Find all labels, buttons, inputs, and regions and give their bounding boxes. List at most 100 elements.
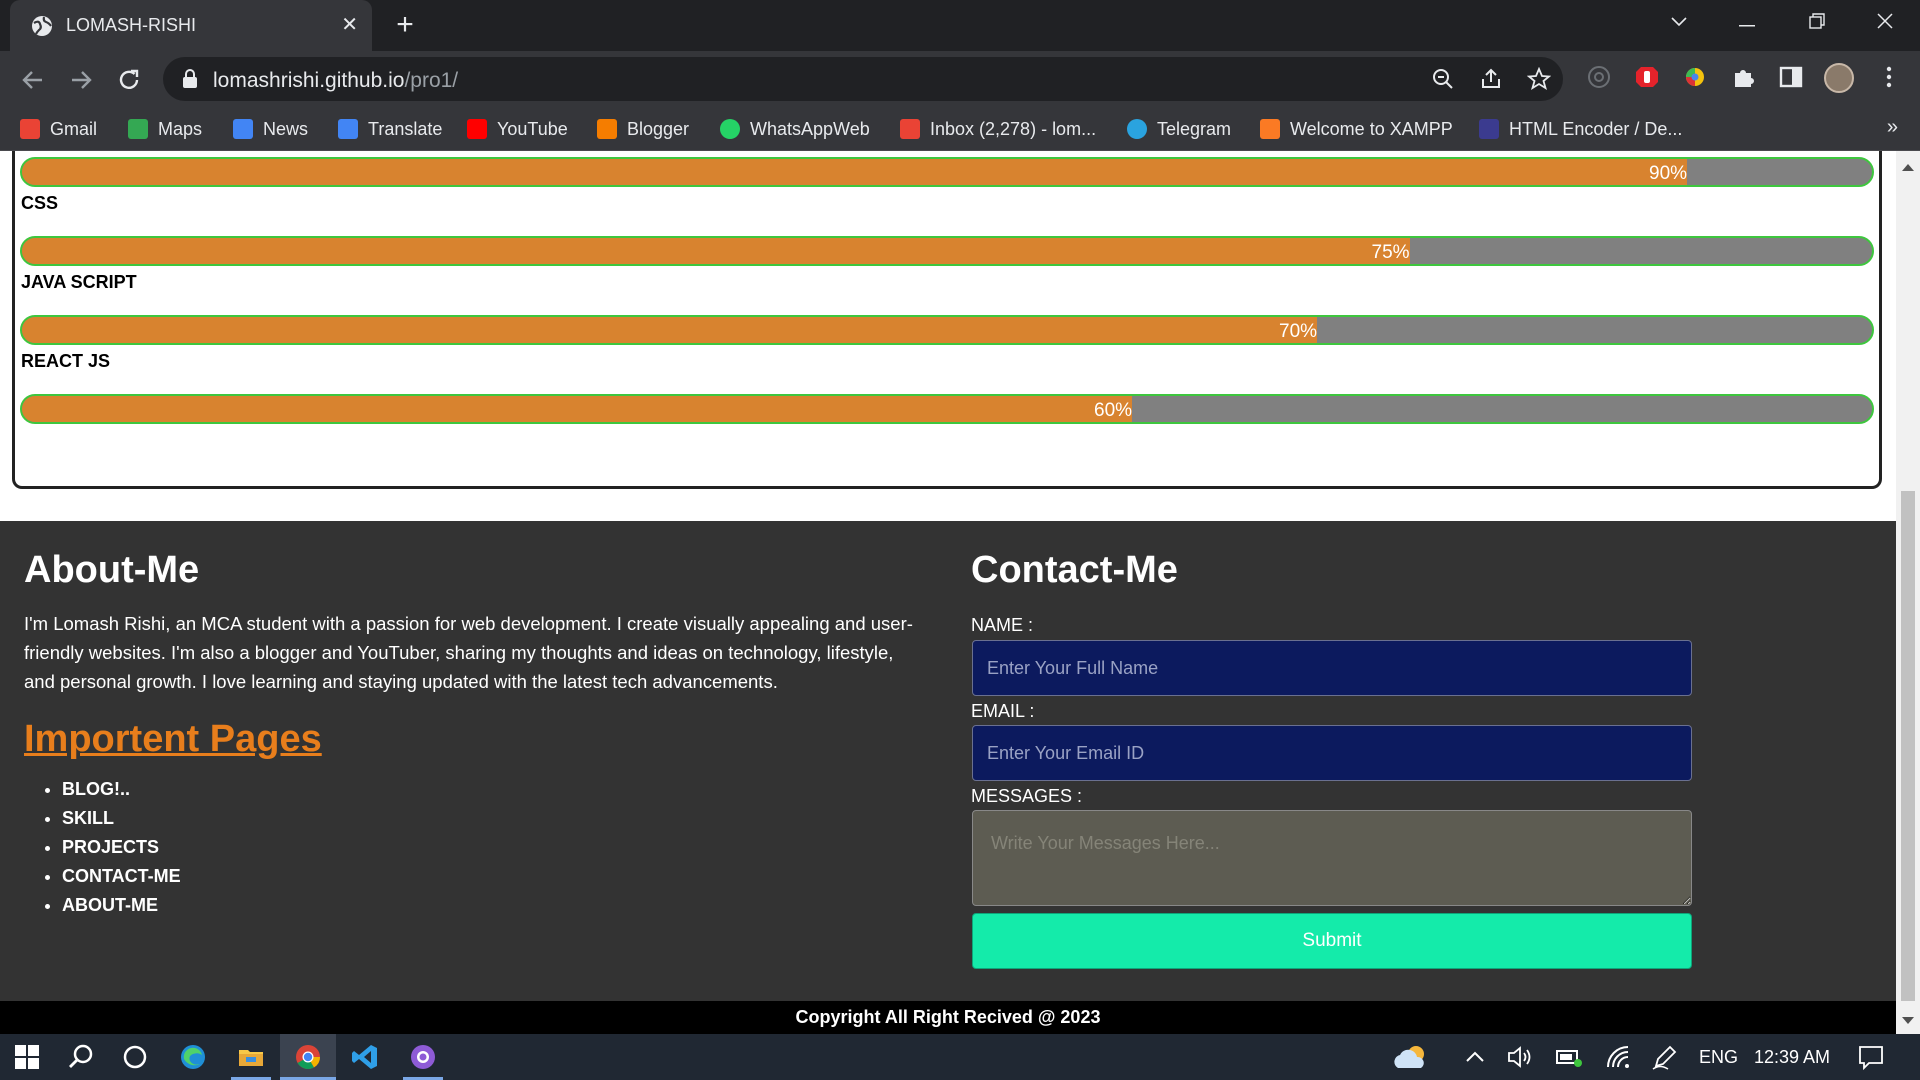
search-icon[interactable]	[66, 1042, 96, 1072]
more-bookmarks-icon[interactable]: »	[1887, 116, 1898, 139]
share-icon[interactable]	[1479, 67, 1503, 91]
name-input[interactable]	[972, 640, 1692, 696]
zoom-icon[interactable]	[1431, 67, 1455, 91]
w3-icon	[1479, 119, 1499, 139]
skill-percent-text: 90%	[1649, 163, 1688, 184]
skill-percent-text: 60%	[1094, 400, 1133, 421]
bookmark-gmail[interactable]: Gmail	[20, 115, 97, 143]
weather-cloud-icon[interactable]	[1390, 1042, 1430, 1072]
scroll-up-arrow-icon[interactable]	[1902, 164, 1914, 171]
bookmark-translate[interactable]: Translate	[338, 115, 442, 143]
reload-icon[interactable]	[112, 63, 146, 97]
bookmark-html-encoder[interactable]: HTML Encoder / De...	[1479, 115, 1682, 143]
wifi-icon[interactable]	[1603, 1042, 1633, 1072]
bookmark-xampp[interactable]: Welcome to XAMPP	[1260, 115, 1453, 143]
bookmark-label: Maps	[158, 118, 203, 139]
bookmark-blogger[interactable]: Blogger	[597, 115, 689, 143]
bookmark-maps[interactable]: Maps	[128, 115, 202, 143]
more-menu-icon[interactable]	[1876, 64, 1902, 90]
gmail-icon	[900, 119, 920, 139]
skill-label-css: CSS	[21, 193, 59, 213]
vscode-icon[interactable]	[350, 1042, 380, 1072]
skill-bar-javascript: 70%	[20, 315, 1874, 345]
tab-search-icon[interactable]	[1646, 0, 1712, 42]
page-link-skill[interactable]: SKILL	[62, 804, 181, 833]
messages-label: MESSAGES :	[971, 786, 1083, 806]
xampp-icon	[1260, 119, 1280, 139]
whatsapp-icon	[720, 119, 740, 139]
skill-percent-text: 75%	[1371, 242, 1410, 263]
news-icon	[233, 119, 253, 139]
browser-tab[interactable]: LOMASH-RISHI ✕	[10, 0, 372, 51]
scrollbar-thumb[interactable]	[1901, 491, 1915, 1001]
youtube-icon	[467, 119, 487, 139]
lock-icon[interactable]	[181, 69, 199, 89]
bookmark-news[interactable]: News	[233, 115, 308, 143]
email-label: EMAIL :	[971, 701, 1035, 721]
translate-icon	[338, 119, 358, 139]
volume-icon[interactable]	[1505, 1042, 1535, 1072]
forward-icon[interactable]	[64, 63, 98, 97]
bookmarks-bar: Gmail Maps News Translate YouTube Blogge…	[0, 107, 1920, 151]
skill-label-reactjs: REACT JS	[21, 351, 111, 371]
important-pages-title[interactable]: Importent Pages	[24, 718, 322, 761]
language-indicator[interactable]: ENG	[1699, 1047, 1738, 1068]
windows-start-icon[interactable]	[12, 1042, 42, 1072]
task-view-icon[interactable]	[120, 1042, 150, 1072]
chrome-icon[interactable]	[293, 1042, 323, 1072]
adblock-icon[interactable]	[1634, 64, 1660, 90]
pen-icon[interactable]	[1650, 1042, 1680, 1072]
url-text[interactable]: lomashrishi.github.io/pro1/	[213, 69, 458, 93]
back-icon[interactable]	[16, 63, 50, 97]
minimize-icon[interactable]	[1714, 0, 1780, 42]
bookmark-star-icon[interactable]	[1527, 67, 1551, 91]
globe-icon	[32, 16, 52, 36]
bookmark-whatsappweb[interactable]: WhatsAppWeb	[720, 115, 870, 143]
battery-icon[interactable]	[1554, 1042, 1584, 1072]
github-desktop-icon[interactable]	[408, 1042, 438, 1072]
skill-bar-fill	[22, 238, 1410, 264]
messages-textarea[interactable]	[972, 810, 1692, 906]
extension-icon[interactable]	[1586, 64, 1612, 90]
profile-avatar[interactable]	[1824, 63, 1854, 93]
extensions-puzzle-icon[interactable]	[1730, 64, 1756, 90]
edge-browser-icon[interactable]	[178, 1042, 208, 1072]
page-link-projects[interactable]: PROJECTS	[62, 833, 181, 862]
show-hidden-icons-chevron-icon[interactable]	[1460, 1042, 1490, 1072]
side-panel-icon[interactable]	[1778, 64, 1804, 90]
color-extension-icon[interactable]	[1682, 64, 1708, 90]
tab-title: LOMASH-RISHI	[66, 15, 197, 35]
contact-title: Contact-Me	[971, 549, 1178, 591]
page-link-contact-me[interactable]: CONTACT-ME	[62, 862, 181, 891]
file-explorer-icon[interactable]	[236, 1042, 266, 1072]
footer-section: About-Me I'm Lomash Rishi, an MCA studen…	[0, 521, 1896, 1001]
page-link-blog[interactable]: BLOG!..	[62, 775, 181, 804]
new-tab-button[interactable]: +	[388, 8, 422, 42]
skill-bar-reactjs: 60%	[20, 394, 1874, 424]
clock-time[interactable]: 12:39 AM	[1754, 1047, 1830, 1068]
about-title: About-Me	[24, 549, 200, 591]
scroll-down-arrow-icon[interactable]	[1902, 1017, 1914, 1024]
address-bar[interactable]: lomashrishi.github.io/pro1/	[163, 57, 1563, 101]
url-domain: lomashrishi.github.io	[213, 69, 405, 92]
maps-icon	[128, 119, 148, 139]
page-scrollbar[interactable]	[1896, 151, 1920, 1034]
windows-taskbar: ENG 12:39 AM	[0, 1034, 1920, 1080]
submit-button[interactable]: Submit	[972, 913, 1692, 969]
bookmark-label: HTML Encoder / De...	[1509, 118, 1683, 139]
page-viewport: 90% CSS 75% JAVA SCRIPT 70% REACT JS 60%…	[0, 151, 1896, 1034]
browser-tab-strip: LOMASH-RISHI ✕ +	[0, 0, 1920, 51]
close-tab-icon[interactable]: ✕	[341, 13, 358, 37]
close-window-icon[interactable]	[1852, 0, 1918, 42]
url-path: /pro1/	[404, 69, 459, 92]
restore-icon[interactable]	[1784, 0, 1850, 42]
email-input[interactable]	[972, 725, 1692, 781]
skill-bar-html: 90%	[20, 157, 1874, 187]
bookmark-inbox[interactable]: Inbox (2,278) - lom...	[900, 115, 1096, 143]
bookmark-youtube[interactable]: YouTube	[467, 115, 568, 143]
browser-toolbar: lomashrishi.github.io/pro1/	[0, 51, 1920, 107]
bookmark-label: Blogger	[627, 118, 690, 139]
page-link-about-me[interactable]: ABOUT-ME	[62, 891, 181, 920]
notification-center-icon[interactable]	[1856, 1042, 1886, 1072]
bookmark-telegram[interactable]: Telegram	[1127, 115, 1231, 143]
